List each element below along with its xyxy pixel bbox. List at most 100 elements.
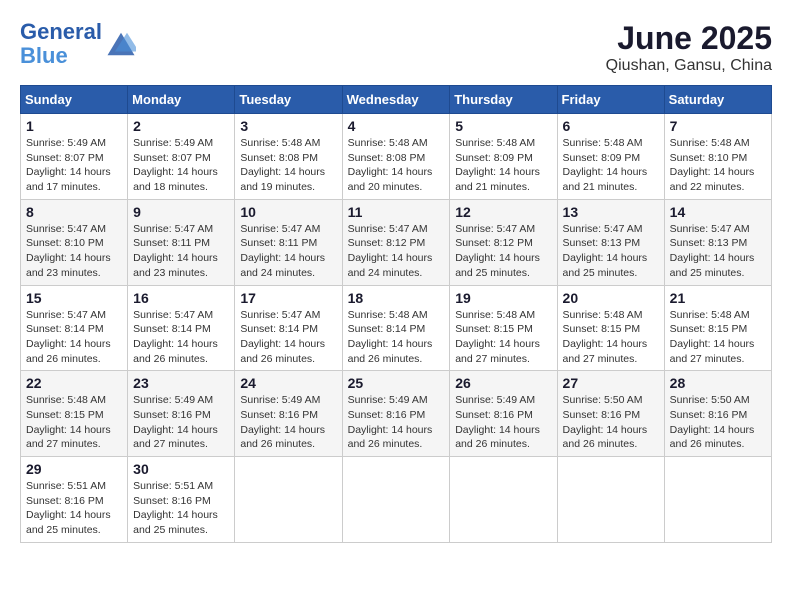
calendar-cell: 5Sunrise: 5:48 AMSunset: 8:09 PMDaylight… [450,114,557,200]
calendar-cell [450,457,557,543]
day-number: 20 [563,290,659,306]
day-info: Sunrise: 5:47 AMSunset: 8:14 PMDaylight:… [240,308,336,367]
calendar-cell: 6 Sunrise: 5:48 AMSunset: 8:09 PMDaylight… [557,114,664,200]
calendar-cell: 4Sunrise: 5:48 AMSunset: 8:08 PMDaylight… [342,114,450,200]
day-number: 14 [670,204,766,220]
calendar-cell: 23 Sunrise: 5:49 AMSunset: 8:16 PMDayligh… [128,371,235,457]
calendar-cell [235,457,342,543]
logo-subtext: Blue [20,44,102,68]
calendar-cell: 21Sunrise: 5:48 AMSunset: 8:15 PMDayligh… [664,285,771,371]
weekday-sunday: Sunday [21,86,128,114]
day-info: Sunrise: 5:48 AMSunset: 8:15 PMDaylight:… [26,393,122,452]
day-info: Sunrise: 5:48 AMSunset: 8:14 PMDaylight:… [348,308,445,367]
day-number: 27 [563,375,659,391]
day-number: 9 [133,204,229,220]
logo: General Blue [20,20,136,68]
day-info: Sunrise: 5:49 AMSunset: 8:16 PMDaylight:… [455,393,551,452]
day-info: Sunrise: 5:49 AMSunset: 8:16 PMDaylight:… [240,393,336,452]
day-number: 3 [240,118,336,134]
calendar-cell [557,457,664,543]
calendar-table: SundayMondayTuesdayWednesdayThursdayFrid… [20,85,772,543]
calendar-cell: 22 Sunrise: 5:48 AMSunset: 8:15 PMDayligh… [21,371,128,457]
day-number: 28 [670,375,766,391]
day-number: 11 [348,204,445,220]
logo-icon [106,29,136,59]
day-info: Sunrise: 5:50 AMSunset: 8:16 PMDaylight:… [563,393,659,452]
day-info: Sunrise: 5:50 AMSunset: 8:16 PMDaylight:… [670,393,766,452]
calendar-week-5: 29 Sunrise: 5:51 AMSunset: 8:16 PMDayligh… [21,457,772,543]
calendar-cell: 7Sunrise: 5:48 AMSunset: 8:10 PMDaylight… [664,114,771,200]
day-number: 21 [670,290,766,306]
day-number: 10 [240,204,336,220]
calendar-cell: 3 Sunrise: 5:48 AMSunset: 8:08 PMDaylight… [235,114,342,200]
day-number: 18 [348,290,445,306]
location: Qiushan, Gansu, China [606,57,772,75]
weekday-monday: Monday [128,86,235,114]
calendar-body: 1Sunrise: 5:49 AMSunset: 8:07 PMDaylight… [21,114,772,543]
day-info: Sunrise: 5:47 AMSunset: 8:12 PMDaylight:… [455,222,551,281]
day-info: Sunrise: 5:49 AMSunset: 8:16 PMDaylight:… [348,393,445,452]
day-info: Sunrise: 5:48 AMSunset: 8:15 PMDaylight:… [563,308,659,367]
day-info: Sunrise: 5:47 AMSunset: 8:11 PMDaylight:… [240,222,336,281]
calendar-cell: 12 Sunrise: 5:47 AMSunset: 8:12 PMDayligh… [450,199,557,285]
day-number: 19 [455,290,551,306]
calendar-cell: 11Sunrise: 5:47 AMSunset: 8:12 PMDayligh… [342,199,450,285]
calendar-cell: 28 Sunrise: 5:50 AMSunset: 8:16 PMDayligh… [664,371,771,457]
calendar-cell: 20 Sunrise: 5:48 AMSunset: 8:15 PMDayligh… [557,285,664,371]
calendar-cell: 29 Sunrise: 5:51 AMSunset: 8:16 PMDayligh… [21,457,128,543]
day-info: Sunrise: 5:47 AMSunset: 8:14 PMDaylight:… [26,308,122,367]
calendar-cell: 26 Sunrise: 5:49 AMSunset: 8:16 PMDayligh… [450,371,557,457]
day-info: Sunrise: 5:47 AMSunset: 8:10 PMDaylight:… [26,222,122,281]
day-number: 23 [133,375,229,391]
day-number: 5 [455,118,551,134]
day-number: 30 [133,461,229,477]
calendar-cell: 1Sunrise: 5:49 AMSunset: 8:07 PMDaylight… [21,114,128,200]
calendar-cell: 18 Sunrise: 5:48 AMSunset: 8:14 PMDayligh… [342,285,450,371]
calendar-week-2: 8Sunrise: 5:47 AMSunset: 8:10 PMDaylight… [21,199,772,285]
calendar-cell [664,457,771,543]
weekday-thursday: Thursday [450,86,557,114]
day-info: Sunrise: 5:51 AMSunset: 8:16 PMDaylight:… [133,479,229,538]
day-number: 13 [563,204,659,220]
weekday-saturday: Saturday [664,86,771,114]
logo-text: General [20,20,102,44]
calendar-cell: 30 Sunrise: 5:51 AMSunset: 8:16 PMDayligh… [128,457,235,543]
day-number: 24 [240,375,336,391]
month-title: June 2025 [606,20,772,57]
day-info: Sunrise: 5:51 AMSunset: 8:16 PMDaylight:… [26,479,122,538]
day-info: Sunrise: 5:47 AMSunset: 8:14 PMDaylight:… [133,308,229,367]
weekday-friday: Friday [557,86,664,114]
calendar-cell: 10 Sunrise: 5:47 AMSunset: 8:11 PMDayligh… [235,199,342,285]
day-info: Sunrise: 5:49 AMSunset: 8:16 PMDaylight:… [133,393,229,452]
day-number: 2 [133,118,229,134]
day-number: 12 [455,204,551,220]
day-number: 29 [26,461,122,477]
day-info: Sunrise: 5:48 AMSunset: 8:09 PMDaylight:… [563,136,659,195]
title-block: June 2025 Qiushan, Gansu, China [606,20,772,75]
calendar-cell: 16 Sunrise: 5:47 AMSunset: 8:14 PMDayligh… [128,285,235,371]
day-number: 22 [26,375,122,391]
calendar-cell: 2Sunrise: 5:49 AMSunset: 8:07 PMDaylight… [128,114,235,200]
calendar-week-1: 1Sunrise: 5:49 AMSunset: 8:07 PMDaylight… [21,114,772,200]
calendar-cell: 14 Sunrise: 5:47 AMSunset: 8:13 PMDayligh… [664,199,771,285]
day-info: Sunrise: 5:48 AMSunset: 8:10 PMDaylight:… [670,136,766,195]
calendar-cell [342,457,450,543]
weekday-tuesday: Tuesday [235,86,342,114]
weekday-header-row: SundayMondayTuesdayWednesdayThursdayFrid… [21,86,772,114]
calendar-cell: 17Sunrise: 5:47 AMSunset: 8:14 PMDayligh… [235,285,342,371]
day-info: Sunrise: 5:48 AMSunset: 8:15 PMDaylight:… [455,308,551,367]
calendar-week-3: 15 Sunrise: 5:47 AMSunset: 8:14 PMDayligh… [21,285,772,371]
calendar-cell: 15 Sunrise: 5:47 AMSunset: 8:14 PMDayligh… [21,285,128,371]
weekday-wednesday: Wednesday [342,86,450,114]
day-info: Sunrise: 5:48 AMSunset: 8:08 PMDaylight:… [240,136,336,195]
day-number: 6 [563,118,659,134]
day-number: 25 [348,375,445,391]
day-info: Sunrise: 5:47 AMSunset: 8:13 PMDaylight:… [670,222,766,281]
day-number: 16 [133,290,229,306]
day-info: Sunrise: 5:48 AMSunset: 8:08 PMDaylight:… [348,136,445,195]
calendar-cell: 9Sunrise: 5:47 AMSunset: 8:11 PMDaylight… [128,199,235,285]
calendar-cell: 13Sunrise: 5:47 AMSunset: 8:13 PMDayligh… [557,199,664,285]
day-info: Sunrise: 5:49 AMSunset: 8:07 PMDaylight:… [26,136,122,195]
day-number: 15 [26,290,122,306]
day-number: 26 [455,375,551,391]
